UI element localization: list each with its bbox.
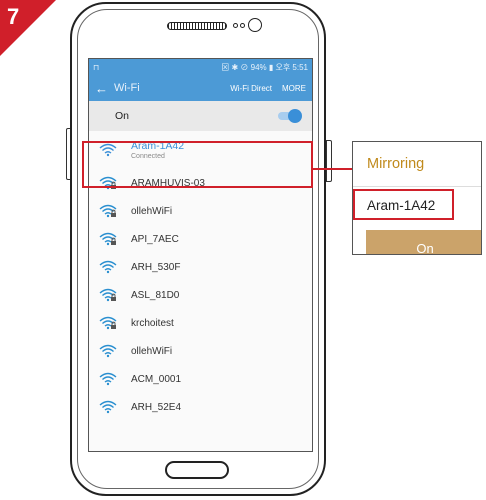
network-text: ARH_52E4: [131, 402, 181, 413]
status-right: ⊠ ✱ ⊘ 94% ▮ 오후 5:51: [221, 62, 308, 72]
network-text: ollehWiFi: [131, 206, 172, 217]
app-bar: ← Wi-Fi Wi-Fi Direct MORE: [89, 75, 312, 101]
status-left: ⊓: [93, 62, 100, 72]
network-item[interactable]: API_7AEC: [89, 225, 312, 253]
wifi-toggle-switch[interactable]: [278, 109, 302, 123]
device-name-highlight: [353, 189, 454, 220]
wifi-icon: [99, 372, 117, 386]
network-item[interactable]: ollehWiFi: [89, 197, 312, 225]
wifi-icon: [99, 400, 117, 414]
network-item[interactable]: ACM_0001: [89, 365, 312, 393]
mirroring-on-button[interactable]: On: [366, 230, 481, 254]
connected-network-highlight: [82, 141, 313, 188]
page-title: Wi-Fi: [114, 82, 140, 94]
side-button-right: [326, 140, 332, 182]
network-name: krchoitest: [131, 317, 174, 329]
network-item[interactable]: ASL_81D0: [89, 281, 312, 309]
network-text: ARH_530F: [131, 262, 180, 273]
network-text: ACM_0001: [131, 374, 181, 385]
wifi-lock-icon: [99, 288, 117, 302]
wifi-toggle-label: On: [115, 110, 130, 122]
wifi-lock-icon: [99, 204, 117, 218]
phone-screen: ⊓ ⊠ ✱ ⊘ 94% ▮ 오후 5:51 ← Wi-Fi Wi-Fi Dire…: [88, 58, 313, 452]
proximity-sensor-a: [233, 23, 238, 28]
wifi-lock-icon: [99, 232, 117, 246]
network-name: API_7AEC: [131, 233, 179, 245]
back-arrow-icon[interactable]: ←: [95, 81, 108, 96]
network-name: ollehWiFi: [131, 345, 173, 357]
mirroring-title: Mirroring: [353, 142, 481, 187]
network-text: ASL_81D0: [131, 290, 179, 301]
wifi-icon: [99, 344, 117, 358]
home-button[interactable]: [165, 461, 229, 479]
more-button[interactable]: MORE: [282, 84, 306, 93]
front-camera: [248, 18, 262, 32]
network-text: ollehWiFi: [131, 346, 172, 357]
wifi-toggle-row[interactable]: On: [89, 101, 312, 131]
network-item[interactable]: ARH_52E4: [89, 393, 312, 421]
network-name: ollehWiFi: [131, 205, 173, 217]
network-name: ARH_530F: [131, 261, 181, 273]
wifi-icon: [99, 260, 117, 274]
speaker-grille: [167, 22, 227, 30]
proximity-sensor-b: [240, 23, 245, 28]
connector-line: [313, 168, 353, 170]
network-text: krchoitest: [131, 318, 174, 329]
network-item[interactable]: ollehWiFi: [89, 337, 312, 365]
network-name: ARH_52E4: [131, 401, 182, 413]
wifi-lock-icon: [99, 316, 117, 330]
network-item[interactable]: krchoitest: [89, 309, 312, 337]
wifi-direct-button[interactable]: Wi-Fi Direct: [230, 84, 272, 93]
network-item[interactable]: ARH_530F: [89, 253, 312, 281]
status-bar: ⊓ ⊠ ✱ ⊘ 94% ▮ 오후 5:51: [89, 59, 312, 75]
step-number: 7: [7, 4, 20, 29]
network-name: ASL_81D0: [131, 289, 180, 301]
network-text: API_7AEC: [131, 234, 179, 245]
network-name: ACM_0001: [131, 373, 182, 385]
